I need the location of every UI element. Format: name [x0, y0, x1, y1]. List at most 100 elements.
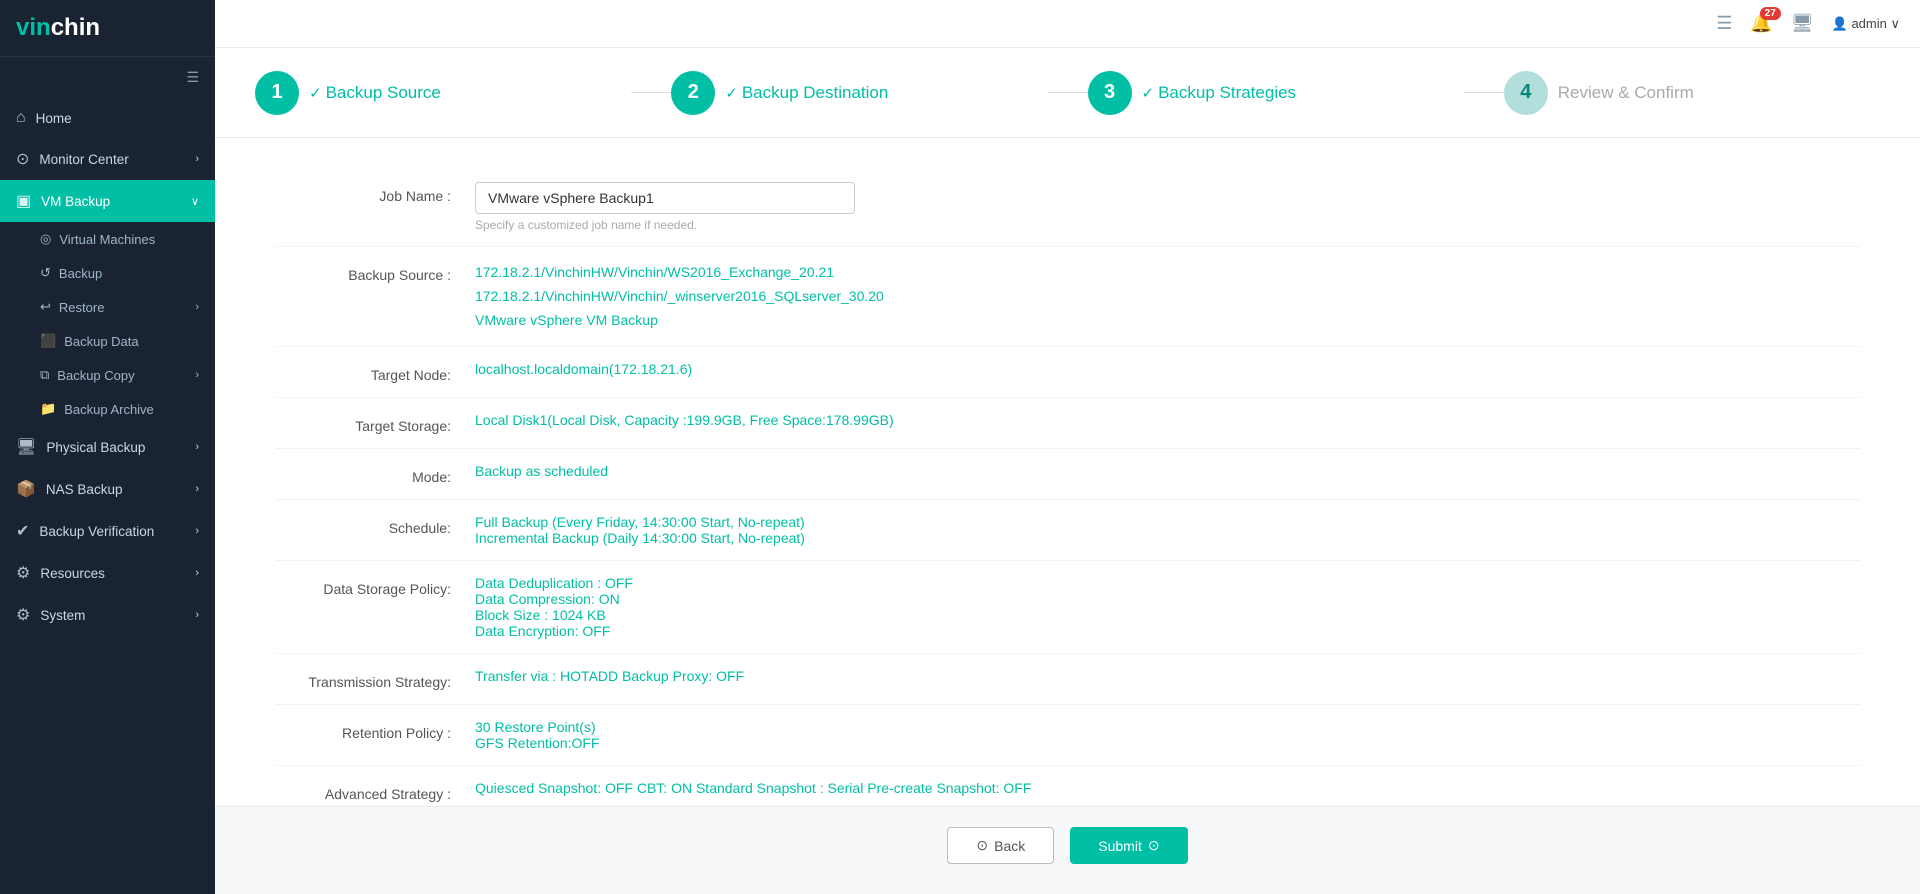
backup-icon: ↺ [40, 265, 51, 281]
system-icon: ⚙ [16, 605, 30, 625]
logo-vin: vin [16, 14, 51, 41]
chevron-down-icon: ∨ [191, 195, 199, 208]
submit-button[interactable]: Submit ⊙ [1070, 827, 1187, 864]
backup-data-icon: ⬛ [40, 333, 56, 349]
policy-line-1: Data Deduplication : OFF [475, 575, 1860, 591]
step-backup-source[interactable]: 1 ✓ Backup Source [255, 71, 631, 115]
nas-backup-icon: 📦 [16, 479, 36, 499]
sidebar-item-label: NAS Backup [46, 482, 123, 497]
home-icon: ⌂ [16, 109, 26, 127]
backup-source-line-3: VMware vSphere VM Backup [475, 309, 1860, 333]
job-name-label: Job Name : [275, 182, 475, 204]
step-3-check: ✓ [1142, 84, 1155, 102]
logo-chin: chin [51, 14, 100, 41]
sidebar-item-virtual-machines[interactable]: ◎ Virtual Machines [0, 222, 215, 256]
messages-icon[interactable]: ☰ [1716, 13, 1732, 34]
retention-policy-row: Retention Policy : 30 Restore Point(s) G… [275, 705, 1860, 766]
sidebar-item-label: VM Backup [41, 194, 110, 209]
step-review-confirm[interactable]: 4 Review & Confirm [1504, 71, 1880, 115]
step-2-circle: 2 [671, 71, 715, 115]
advanced-strategy-label: Advanced Strategy : [275, 780, 475, 802]
mode-label: Mode: [275, 463, 475, 485]
sidebar-item-backup-data[interactable]: ⬛ Backup Data [0, 324, 215, 358]
sidebar-item-label: Monitor Center [39, 152, 128, 167]
step-backup-destination[interactable]: 2 ✓ Backup Destination [671, 71, 1047, 115]
top-nav: ☰ 🔔 27 🖥 👤 admin ∨ [215, 0, 1920, 48]
form-actions: ⊙ Back Submit ⊙ [215, 806, 1920, 894]
hamburger-icon[interactable]: ☰ [0, 57, 215, 98]
chevron-right-icon: › [195, 609, 199, 621]
step-4-label: Review & Confirm [1558, 83, 1694, 103]
sidebar-item-vm-backup[interactable]: ▣ VM Backup ∨ [0, 180, 215, 222]
steps-bar: 1 ✓ Backup Source 2 ✓ Backup Destination [215, 48, 1920, 138]
policy-line-4: Data Encryption: OFF [475, 623, 1860, 639]
sidebar-item-backup[interactable]: ↺ Backup [0, 256, 215, 290]
back-label: Back [994, 838, 1025, 854]
advanced-strategy-text: Quiesced Snapshot: OFF CBT: ON Standard … [475, 780, 1031, 796]
schedule-value: Full Backup (Every Friday, 14:30:00 Star… [475, 514, 1860, 546]
sidebar-item-restore[interactable]: ↩ Restore › [0, 290, 215, 324]
sidebar-item-backup-copy[interactable]: ⧉ Backup Copy › [0, 358, 215, 392]
sidebar-item-home[interactable]: ⌂ Home [0, 98, 215, 138]
sidebar-item-monitor[interactable]: ⊙ Monitor Center › [0, 138, 215, 180]
step-divider-2 [1048, 92, 1088, 93]
data-storage-policy-row: Data Storage Policy: Data Deduplication … [275, 561, 1860, 654]
sidebar-item-system[interactable]: ⚙ System › [0, 594, 215, 636]
target-storage-row: Target Storage: Local Disk1(Local Disk, … [275, 398, 1860, 449]
step-divider-3 [1464, 92, 1504, 93]
retention-line-1: 30 Restore Point(s) [475, 719, 1860, 735]
backup-verification-icon: ✔ [16, 521, 29, 541]
main-content: 1 ✓ Backup Source 2 ✓ Backup Destination [215, 48, 1920, 894]
sidebar-item-backup-verification[interactable]: ✔ Backup Verification › [0, 510, 215, 552]
target-node-text: localhost.localdomain(172.18.21.6) [475, 361, 692, 377]
step-2-check: ✓ [725, 84, 738, 102]
target-node-value: localhost.localdomain(172.18.21.6) [475, 361, 1860, 377]
sidebar: vinchin ☰ ⌂ Home ⊙ Monitor Center › ▣ VM… [0, 0, 215, 894]
submit-label: Submit [1098, 838, 1142, 854]
job-name-row: Job Name : Specify a customized job name… [275, 168, 1860, 247]
notification-bell[interactable]: 🔔 27 [1750, 13, 1772, 34]
back-icon: ⊙ [976, 837, 988, 854]
step-2-label: Backup Destination [742, 83, 888, 103]
sidebar-item-label: Backup Data [64, 334, 138, 349]
backup-source-label: Backup Source : [275, 261, 475, 283]
logo: vinchin [0, 0, 215, 57]
sidebar-item-nas-backup[interactable]: 📦 NAS Backup › [0, 468, 215, 510]
step-backup-strategies[interactable]: 3 ✓ Backup Strategies [1088, 71, 1464, 115]
chevron-right-icon: › [195, 441, 199, 453]
sidebar-item-resources[interactable]: ⚙ Resources › [0, 552, 215, 594]
data-storage-policy-value: Data Deduplication : OFF Data Compressio… [475, 575, 1860, 639]
job-name-input[interactable] [475, 182, 855, 214]
chevron-right-icon: › [195, 483, 199, 495]
physical-backup-icon: 🖥 [16, 437, 36, 457]
step-3-circle: 3 [1088, 71, 1132, 115]
target-storage-text: Local Disk1(Local Disk, Capacity :199.9G… [475, 412, 894, 428]
admin-user-menu[interactable]: 👤 admin ∨ [1832, 16, 1900, 32]
back-button[interactable]: ⊙ Back [947, 827, 1054, 864]
transmission-strategy-label: Transmission Strategy: [275, 668, 475, 690]
sidebar-item-label: Backup [59, 266, 102, 281]
sidebar-item-label: Backup Archive [64, 402, 154, 417]
sidebar-item-backup-archive[interactable]: 📁 Backup Archive [0, 392, 215, 426]
data-storage-policy-label: Data Storage Policy: [275, 575, 475, 597]
sidebar-item-label: Backup Copy [57, 368, 134, 383]
step-1-circle: 1 [255, 71, 299, 115]
job-name-hint: Specify a customized job name if needed. [475, 218, 1860, 232]
sidebar-item-physical-backup[interactable]: 🖥 Physical Backup › [0, 426, 215, 468]
monitor-display-icon[interactable]: 🖥 [1791, 13, 1814, 34]
restore-icon: ↩ [40, 299, 51, 315]
transmission-strategy-value: Transfer via : HOTADD Backup Proxy: OFF [475, 668, 1860, 684]
schedule-line-1: Full Backup (Every Friday, 14:30:00 Star… [475, 514, 1860, 530]
chevron-right-icon: › [195, 567, 199, 579]
chevron-right-icon: › [195, 369, 199, 381]
review-form: Job Name : Specify a customized job name… [215, 138, 1920, 837]
target-node-label: Target Node: [275, 361, 475, 383]
mode-value: Backup as scheduled [475, 463, 1860, 479]
backup-source-line-2: 172.18.2.1/VinchinHW/Vinchin/_winserver2… [475, 285, 1860, 309]
sidebar-item-label: Virtual Machines [59, 232, 155, 247]
step-1-label: Backup Source [326, 83, 441, 103]
sidebar-item-label: Home [36, 111, 72, 126]
retention-policy-label: Retention Policy : [275, 719, 475, 741]
chevron-right-icon: › [195, 301, 199, 313]
step-divider-1 [631, 92, 671, 93]
